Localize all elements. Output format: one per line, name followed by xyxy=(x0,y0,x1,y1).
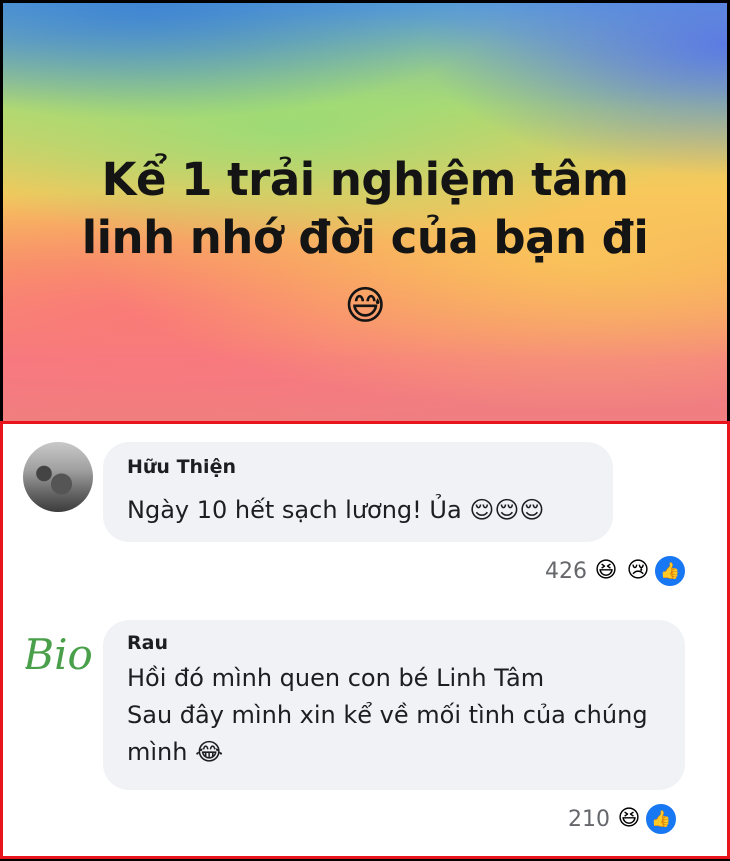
comment-author[interactable]: Hữu Thiện xyxy=(127,456,236,478)
reaction-count: 210 xyxy=(568,806,610,832)
like-icon: 👍 xyxy=(653,554,687,588)
reaction-summary[interactable]: 210 😆 👍 xyxy=(568,802,678,836)
comment-text: Ngày 10 hết sạch lương! Ủa 😌😌😌 xyxy=(127,496,545,524)
haha-icon: 😆 xyxy=(612,802,646,836)
reaction-count: 426 xyxy=(545,558,587,584)
haha-icon: 😆 xyxy=(589,554,623,588)
sweat-smile-emoji: 😅 xyxy=(344,283,386,329)
avatar[interactable] xyxy=(23,442,93,512)
post-title-line-1: Kể 1 trải nghiệm tâm xyxy=(101,153,629,206)
comment-author[interactable]: Rau xyxy=(127,632,168,654)
comment-bubble[interactable]: Rau Hồi đó mình quen con bé Linh Tâm Sau… xyxy=(103,620,685,790)
like-icon: 👍 xyxy=(644,802,678,836)
avatar[interactable]: Bio xyxy=(23,620,93,690)
comment-text-line-2: Sau đây mình xin kể về mối tình của chún… xyxy=(127,701,648,729)
post-background-card: Kể 1 trải nghiệm tâm linh nhớ đời của bạ… xyxy=(3,3,727,421)
bio-logo: Bio xyxy=(23,630,93,679)
reaction-summary[interactable]: 426 😆 😢 👍 xyxy=(545,554,687,588)
post-title: Kể 1 trải nghiệm tâm linh nhớ đời của bạ… xyxy=(3,151,727,341)
comment-text-line-3: mình 😂 xyxy=(127,738,224,766)
comment-text-line-1: Hồi đó mình quen con bé Linh Tâm xyxy=(127,664,545,692)
comment-bubble[interactable]: Hữu Thiện Ngày 10 hết sạch lương! Ủa 😌😌😌 xyxy=(103,442,613,542)
post-title-line-2: linh nhớ đời của bạn đi xyxy=(81,211,649,264)
comments-section: Hữu Thiện Ngày 10 hết sạch lương! Ủa 😌😌😌… xyxy=(0,421,730,859)
sad-icon: 😢 xyxy=(621,554,655,588)
